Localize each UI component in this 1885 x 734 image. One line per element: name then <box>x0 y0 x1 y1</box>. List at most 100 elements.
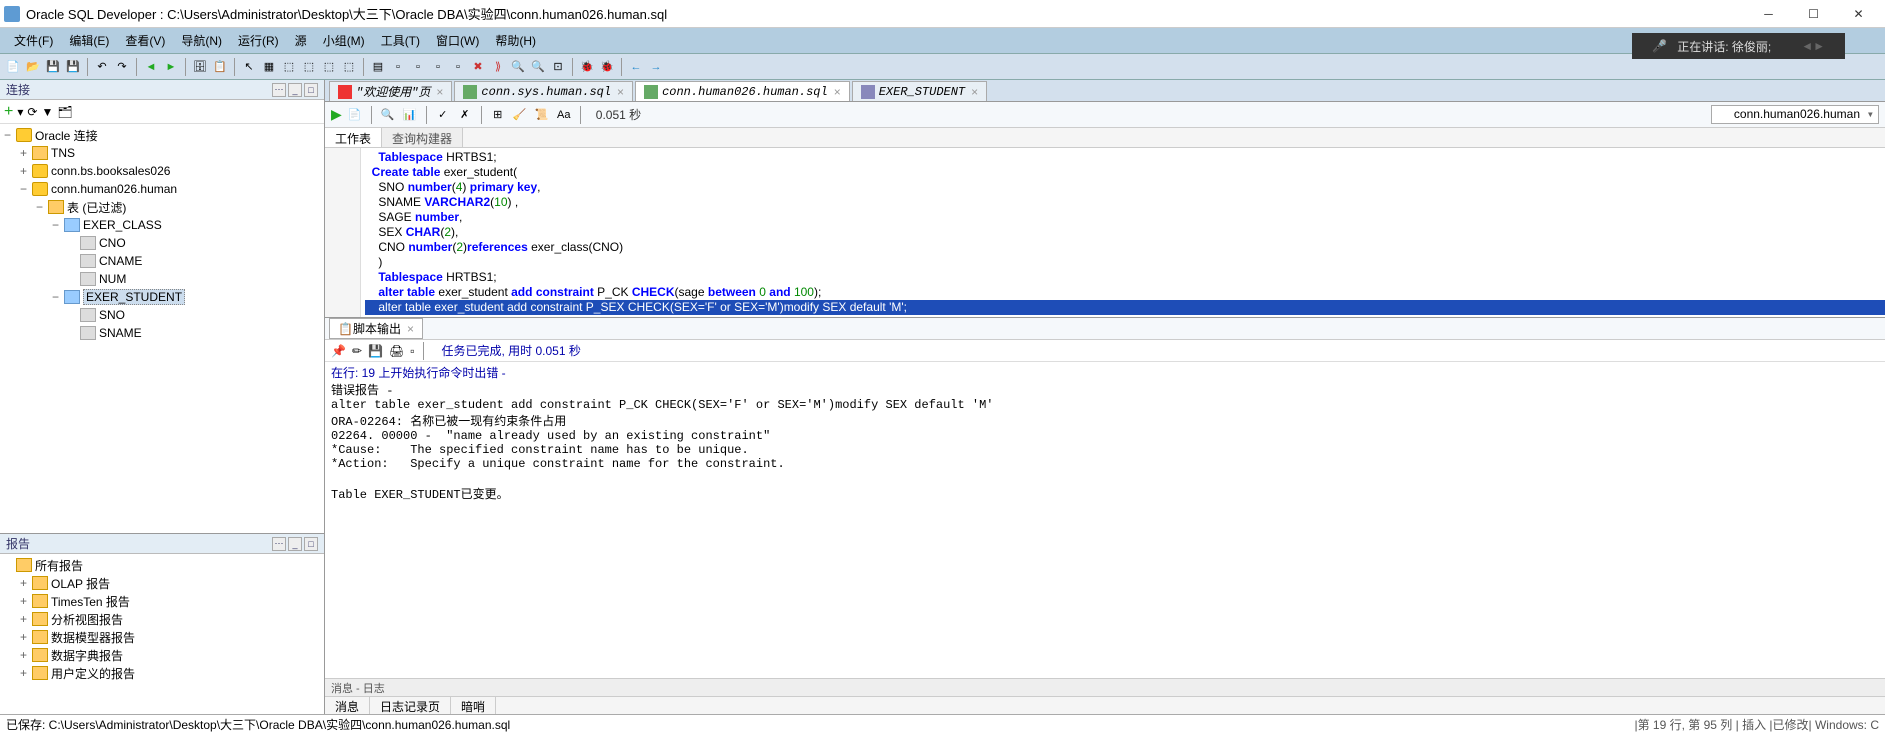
code-line[interactable]: alter table exer_student add constraint … <box>365 285 1885 300</box>
db-icon[interactable]: 🗄 <box>191 58 209 76</box>
clear-icon[interactable]: 🧹 <box>511 106 529 124</box>
save-all-icon[interactable]: 💾 <box>64 58 82 76</box>
bug2-icon[interactable]: 🐞 <box>598 58 616 76</box>
arrow-r-icon[interactable]: → <box>647 58 665 76</box>
format-icon[interactable]: Aa <box>555 106 573 124</box>
tree-row[interactable]: SNO <box>0 306 324 324</box>
new-conn-icon[interactable]: + <box>4 103 13 121</box>
tree-row[interactable]: SNAME <box>0 324 324 342</box>
close-icon[interactable]: × <box>834 85 841 99</box>
panel-min-icon[interactable]: _ <box>288 83 302 97</box>
dbl-arrow-icon[interactable]: ⟫ <box>489 58 507 76</box>
win3-icon[interactable]: ▫ <box>429 58 447 76</box>
menu-item[interactable]: 窗口(W) <box>428 32 487 49</box>
autotrace-icon[interactable]: 📊 <box>401 106 419 124</box>
editor-tab[interactable]: "欢迎使用"页× <box>329 81 452 101</box>
tab-worksheet[interactable]: 工作表 <box>325 128 382 147</box>
report-item[interactable]: +数据模型器报告 <box>0 628 324 646</box>
cursor-icon[interactable]: ↖ <box>240 58 258 76</box>
close-icon[interactable]: × <box>617 85 624 99</box>
panel-menu-icon[interactable]: ⋯ <box>272 83 286 97</box>
close-button[interactable]: ✕ <box>1836 0 1881 28</box>
code-line[interactable]: Tablespace HRTBS1; <box>365 150 1885 165</box>
msg-tab[interactable]: 暗哨 <box>451 697 496 714</box>
tree-row[interactable]: −EXER_CLASS <box>0 216 324 234</box>
reports-tree[interactable]: 所有报告+OLAP 报告+TimesTen 报告+分析视图报告+数据模型器报告+… <box>0 554 324 714</box>
close-icon[interactable]: × <box>971 85 978 99</box>
report-item[interactable]: +TimesTen 报告 <box>0 592 324 610</box>
menu-item[interactable]: 文件(F) <box>6 32 61 49</box>
report-item[interactable]: 所有报告 <box>0 556 324 574</box>
refresh-conn-icon[interactable]: ⟳ <box>27 105 37 119</box>
save-output-icon[interactable]: 💾 <box>368 344 383 358</box>
filter-conn-icon[interactable]: ▼ <box>41 105 53 119</box>
editor-tab[interactable]: EXER_STUDENT× <box>852 81 987 101</box>
win2-icon[interactable]: ▫ <box>409 58 427 76</box>
report-item[interactable]: +分析视图报告 <box>0 610 324 628</box>
run-script-icon[interactable]: 📄 <box>346 106 364 124</box>
new-icon[interactable]: 📄 <box>4 58 22 76</box>
menu-item[interactable]: 导航(N) <box>173 32 230 49</box>
arrow-l-icon[interactable]: ← <box>627 58 645 76</box>
filter-icon[interactable]: ▤ <box>369 58 387 76</box>
menu-item[interactable]: 源 <box>287 32 315 49</box>
panel-close-icon[interactable]: □ <box>304 537 318 551</box>
save-icon[interactable]: 💾 <box>44 58 62 76</box>
undo-icon[interactable]: ↶ <box>93 58 111 76</box>
tree-row[interactable]: +TNS <box>0 144 324 162</box>
code-line[interactable]: SNAME VARCHAR2(10) , <box>365 195 1885 210</box>
rollback-icon[interactable]: ✗ <box>456 106 474 124</box>
editor-tab[interactable]: conn.human026.human.sql× <box>635 81 850 101</box>
menu-item[interactable]: 编辑(E) <box>61 32 117 49</box>
report-item[interactable]: +数据字典报告 <box>0 646 324 664</box>
editor-tab[interactable]: conn.sys.human.sql× <box>454 81 633 101</box>
pin-icon[interactable]: 📌 <box>331 344 346 358</box>
close-icon[interactable]: × <box>436 85 443 99</box>
panel-min-icon[interactable]: _ <box>288 537 302 551</box>
tree-row[interactable]: +conn.bs.booksales026 <box>0 162 324 180</box>
tree-row[interactable]: −表 (已过滤) <box>0 198 324 216</box>
clear-output-icon[interactable]: ✏ <box>352 344 362 358</box>
code-line[interactable]: SAGE number, <box>365 210 1885 225</box>
connections-tree[interactable]: − Oracle 连接 +TNS+conn.bs.booksales026−co… <box>0 124 324 533</box>
tool1-icon[interactable]: ⬚ <box>280 58 298 76</box>
nav-fwd-icon[interactable]: ► <box>162 58 180 76</box>
tree-row[interactable]: CNO <box>0 234 324 252</box>
tree-row[interactable]: −conn.human026.human <box>0 180 324 198</box>
connection-dropdown[interactable]: conn.human026.human <box>1711 105 1879 124</box>
tab-query-builder[interactable]: 查询构建器 <box>382 128 463 147</box>
menu-item[interactable]: 查看(V) <box>117 32 173 49</box>
buffer-icon[interactable]: ▫ <box>410 344 414 358</box>
close-x-icon[interactable]: ✖ <box>469 58 487 76</box>
redo-icon[interactable]: ↷ <box>113 58 131 76</box>
tool2-icon[interactable]: ⬚ <box>300 58 318 76</box>
unshared-icon[interactable]: ⊞ <box>489 106 507 124</box>
win1-icon[interactable]: ▫ <box>389 58 407 76</box>
commit-icon[interactable]: ✓ <box>434 106 452 124</box>
code-line[interactable]: ) <box>365 255 1885 270</box>
open-icon[interactable]: 📂 <box>24 58 42 76</box>
nav-back-icon[interactable]: ◄ <box>142 58 160 76</box>
tree-row[interactable]: CNAME <box>0 252 324 270</box>
output-body[interactable]: 在行: 19 上开始执行命令时出错 - 错误报告 - alter table e… <box>325 362 1885 678</box>
code-line[interactable]: Tablespace HRTBS1; <box>365 270 1885 285</box>
tree-root[interactable]: − Oracle 连接 <box>0 126 324 144</box>
tree-row[interactable]: NUM <box>0 270 324 288</box>
code-line[interactable]: SEX CHAR(2), <box>365 225 1885 240</box>
menu-item[interactable]: 运行(R) <box>230 32 287 49</box>
code-line[interactable]: Create table exer_student( <box>365 165 1885 180</box>
history-icon[interactable]: 📜 <box>533 106 551 124</box>
win4-icon[interactable]: ▫ <box>449 58 467 76</box>
msg-tab[interactable]: 日志记录页 <box>370 697 451 714</box>
panel-menu-icon[interactable]: ⋯ <box>272 537 286 551</box>
bug1-icon[interactable]: 🐞 <box>578 58 596 76</box>
sql-icon[interactable]: 📋 <box>211 58 229 76</box>
explain-icon[interactable]: 🔍 <box>379 106 397 124</box>
tool3-icon[interactable]: ⬚ <box>320 58 338 76</box>
code-line[interactable]: CNO number(2)references exer_class(CNO) <box>365 240 1885 255</box>
menu-item[interactable]: 小组(M) <box>315 32 373 49</box>
close-icon[interactable]: × <box>407 322 414 336</box>
run-button[interactable]: ▶ <box>331 106 342 123</box>
report-item[interactable]: +用户定义的报告 <box>0 664 324 682</box>
code-line[interactable]: SNO number(4) primary key, <box>365 180 1885 195</box>
